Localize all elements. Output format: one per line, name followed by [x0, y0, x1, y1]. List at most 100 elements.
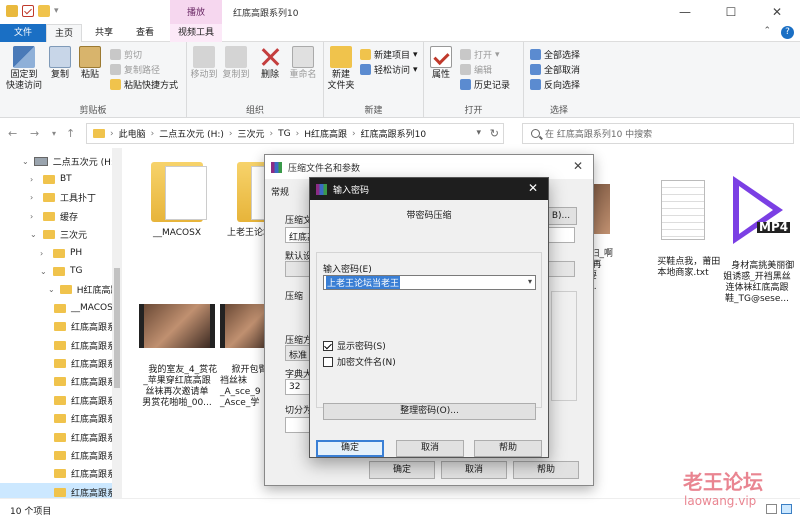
close-icon[interactable]: ✕	[754, 0, 800, 24]
select-none-button[interactable]: 全部取消	[530, 63, 580, 76]
details-view-icon[interactable]	[766, 504, 777, 514]
chevron-icon[interactable]: ⌄	[22, 157, 29, 166]
ok-button[interactable]: 确定	[316, 440, 384, 457]
tab-view[interactable]: 查看	[125, 24, 165, 42]
refresh-icon[interactable]: ↻	[490, 127, 499, 140]
show-password-checkbox[interactable]: 显示密码(S)	[323, 339, 386, 352]
pin-quick-access-button[interactable]: 固定到 快速访问	[4, 46, 44, 92]
tab-video-tools[interactable]: 视频工具	[170, 24, 222, 42]
cancel-button[interactable]: 取消	[441, 461, 507, 479]
chevron-icon[interactable]: ⌄	[48, 285, 55, 294]
tab-file[interactable]: 文件	[0, 24, 46, 42]
breadcrumb[interactable]: 红底高跟系列10	[361, 127, 426, 140]
close-icon[interactable]: ✕	[573, 159, 583, 173]
sidebar-item[interactable]: › 缓存	[0, 207, 112, 225]
breadcrumb[interactable]: H红底高跟	[304, 127, 347, 140]
tab-home[interactable]: 主页	[46, 24, 82, 42]
chevron-icon[interactable]: ⌄	[30, 230, 38, 239]
sidebar-scrollbar[interactable]	[112, 148, 122, 498]
chevron-icon[interactable]: ›	[30, 193, 38, 202]
folder-icon	[53, 248, 65, 258]
edit-button[interactable]: 编辑	[460, 63, 492, 76]
sidebar-item[interactable]: ⌄ 三次元	[0, 226, 112, 244]
sidebar-item[interactable]: 红底高跟系	[0, 354, 116, 372]
sidebar-item[interactable]: 红底高跟系	[0, 483, 116, 498]
sidebar-item[interactable]: 红底高跟系	[0, 410, 116, 428]
organize-passwords-button[interactable]: 整理密码(O)...	[323, 403, 536, 420]
ribbon-collapse-icon[interactable]: ⌃	[763, 26, 771, 39]
sidebar-item[interactable]: ⌄ TG	[0, 262, 112, 280]
file-item[interactable]: MP4 身材高挑美丽御 姐诱惑_开裆黑丝 连体袜红底高跟 鞋_TG@sese..…	[714, 154, 800, 316]
cancel-button[interactable]: 取消	[396, 440, 464, 457]
minimize-icon[interactable]: —	[662, 0, 708, 24]
select-all-button[interactable]: 全部选择	[530, 48, 580, 61]
chevron-icon[interactable]: ›	[30, 175, 38, 184]
forward-arrow-icon[interactable]: →	[30, 127, 39, 140]
breadcrumb[interactable]: TG	[278, 129, 290, 139]
recent-chevron-icon[interactable]: ▾	[52, 129, 56, 138]
sidebar-item[interactable]: __MACOS	[0, 299, 113, 317]
sidebar-item[interactable]: 红底高跟系	[0, 446, 116, 464]
new-folder-button[interactable]: 新建 文件夹	[326, 46, 356, 92]
move-to-button[interactable]: 移动到	[189, 46, 219, 81]
search-input[interactable]: 在 红底高跟系列10 中搜索	[522, 123, 794, 144]
chevron-icon[interactable]: ›	[30, 212, 38, 221]
sidebar-item[interactable]: 红底高跟系	[0, 465, 116, 483]
sidebar-item[interactable]: 红底高跟系	[0, 391, 116, 409]
tab-general[interactable]: 常规	[271, 185, 289, 198]
encrypt-names-checkbox[interactable]: 加密文件名(N)	[323, 355, 396, 368]
new-item-button[interactable]: 新建项目 ▾	[360, 48, 418, 61]
open-button[interactable]: 打开 ▾	[460, 48, 500, 61]
password-input[interactable]: 上老王论坛当老王 ▾	[323, 275, 536, 290]
sidebar-item[interactable]: › BT	[0, 170, 112, 188]
delete-button[interactable]: 删除	[257, 46, 283, 81]
back-arrow-icon[interactable]: ←	[8, 127, 17, 140]
chevron-down-icon[interactable]: ▾	[528, 277, 532, 286]
help-button[interactable]: 帮助	[474, 440, 542, 457]
folder-icon[interactable]	[6, 5, 18, 17]
context-tab-play[interactable]: 播放	[170, 0, 222, 24]
address-bar[interactable]: › 此电脑 › 二点五次元 (H:) › 三次元 › TG › H红底高跟 › …	[86, 123, 504, 144]
ok-button[interactable]: 确定	[369, 461, 435, 479]
paste-shortcut-button[interactable]: 粘贴快捷方式	[110, 78, 178, 91]
properties-check-icon[interactable]	[22, 5, 34, 17]
breadcrumb[interactable]: 二点五次元 (H:)	[159, 127, 224, 140]
sidebar-item[interactable]: 红底高跟系	[0, 318, 116, 336]
up-arrow-icon[interactable]: ↑	[66, 127, 75, 140]
history-button[interactable]: 历史记录	[460, 78, 510, 91]
help-button[interactable]: 帮助	[513, 461, 579, 479]
browse-button[interactable]: B)...	[545, 207, 577, 225]
rename-button[interactable]: 重命名	[287, 46, 319, 81]
sidebar-item[interactable]: ⌄ 二点五次元 (H:)	[0, 152, 117, 170]
copy-path-button[interactable]: 复制路径	[110, 63, 160, 76]
tab-share[interactable]: 共享	[86, 24, 122, 42]
customize-chevron-icon[interactable]: ▾	[54, 6, 59, 16]
large-icons-view-icon[interactable]	[781, 504, 792, 514]
scrollbar-thumb[interactable]	[114, 268, 120, 388]
sidebar-item[interactable]: 红底高跟系	[0, 336, 116, 354]
paste-button[interactable]: 粘贴	[76, 46, 104, 81]
sidebar-item[interactable]: ⌄ H红底高跟	[0, 281, 119, 299]
close-icon[interactable]: ✕	[528, 181, 538, 195]
properties-button[interactable]: 属性	[428, 46, 454, 81]
invert-selection-button[interactable]: 反向选择	[530, 78, 580, 91]
address-dropdown-icon[interactable]: ▾	[476, 128, 481, 138]
chevron-icon[interactable]: ⌄	[40, 267, 48, 276]
cut-button[interactable]: 剪切	[110, 48, 142, 61]
breadcrumb[interactable]: 此电脑	[119, 127, 146, 140]
copy-button[interactable]: 复制	[46, 46, 74, 81]
sidebar-item[interactable]: 红底高跟系	[0, 373, 116, 391]
sidebar-item[interactable]: › PH	[0, 244, 112, 262]
file-item[interactable]: __MACOSX	[134, 162, 220, 239]
sidebar-item[interactable]: 红底高跟系	[0, 428, 116, 446]
sidebar-item[interactable]: › 工具扑丁	[0, 189, 112, 207]
file-item[interactable]: 我的室友_4_赏花 _苹果穿红底高跟 丝袜再次邀请单 男赏花啪啪_00...	[134, 282, 220, 420]
chevron-icon[interactable]: ›	[40, 249, 48, 258]
breadcrumb[interactable]: 三次元	[238, 127, 265, 140]
copy-to-button[interactable]: 复制到	[221, 46, 251, 81]
help-icon[interactable]: ?	[781, 26, 794, 39]
maximize-icon[interactable]: ☐	[708, 0, 754, 24]
new-folder-icon[interactable]	[38, 5, 50, 17]
group-clipboard: 固定到 快速访问 复制 粘贴 剪切 复制路径 粘贴快捷方式 剪贴板	[0, 42, 187, 118]
easy-access-button[interactable]: 轻松访问 ▾	[360, 63, 418, 76]
